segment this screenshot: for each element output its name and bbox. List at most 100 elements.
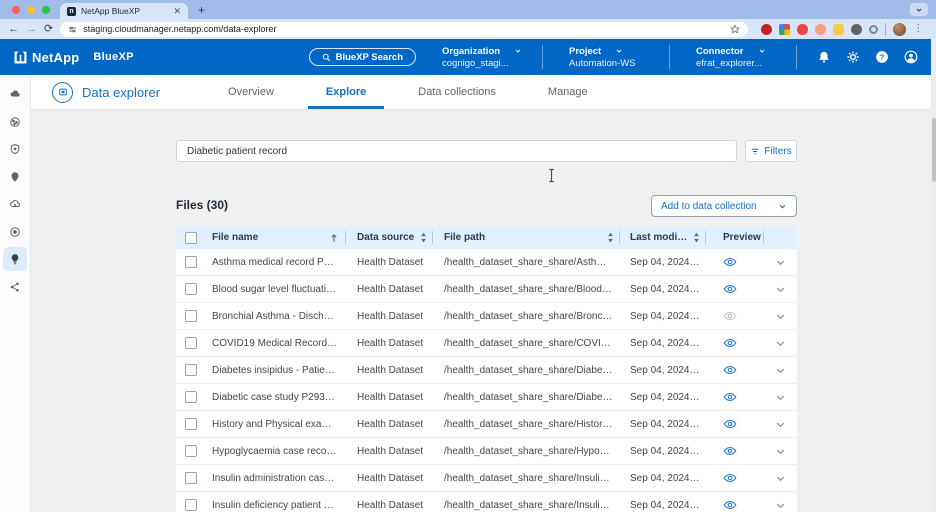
row-checkbox[interactable] — [176, 465, 206, 491]
expand-chevron-icon[interactable] — [775, 446, 786, 457]
add-to-data-collection-button[interactable]: Add to data collection — [651, 195, 797, 217]
row-checkbox[interactable] — [176, 303, 206, 329]
row-checkbox[interactable] — [176, 330, 206, 356]
file-name-cell: Hypoglycaemia case record patient-... — [212, 446, 338, 457]
expand-chevron-icon[interactable] — [775, 365, 786, 376]
scrollbar-thumb[interactable] — [932, 118, 936, 182]
file-name-cell: Insulin deficiency patient visit P1113.t… — [212, 500, 338, 511]
site-settings-icon — [68, 25, 77, 34]
explore-content: Filters Files (30) Add to data collectio… — [31, 110, 936, 512]
row-checkbox[interactable] — [176, 384, 206, 410]
expand-chevron-icon[interactable] — [775, 419, 786, 430]
service-header: Data explorer Overview Explore Data coll… — [31, 75, 936, 110]
filter-icon — [750, 147, 760, 156]
sort-icon[interactable] — [693, 232, 700, 243]
maximize-window-button[interactable] — [42, 6, 50, 14]
user-icon[interactable] — [904, 50, 918, 64]
preview-eye-icon[interactable] — [723, 338, 737, 348]
extension-icon-5[interactable] — [833, 24, 844, 35]
sidebar-item-mobility[interactable] — [3, 192, 27, 216]
table-row: Hypoglycaemia case record patient-... He… — [176, 438, 797, 465]
organization-label: Organization — [442, 46, 500, 57]
tab-data-collections[interactable]: Data collections — [392, 75, 522, 109]
tab-explore[interactable]: Explore — [300, 75, 392, 109]
expand-chevron-icon[interactable] — [775, 392, 786, 403]
bell-icon[interactable] — [817, 50, 831, 64]
column-header-data-source[interactable]: Data source — [346, 226, 433, 249]
file-name-cell: History and Physical examination... — [212, 419, 338, 430]
row-checkbox[interactable] — [176, 438, 206, 464]
bluexp-search-button[interactable]: BlueXP Search — [309, 48, 416, 66]
expand-chevron-icon[interactable] — [775, 257, 786, 268]
preview-eye-icon[interactable] — [723, 473, 737, 483]
shield-icon — [9, 143, 21, 155]
preview-eye-icon[interactable] — [723, 500, 737, 510]
forward-icon[interactable]: → — [26, 24, 37, 35]
preview-eye-icon[interactable] — [723, 446, 737, 456]
file-search-input[interactable] — [176, 140, 737, 162]
column-header-file-name[interactable]: File name — [206, 226, 346, 249]
sidebar-item-governance[interactable] — [3, 165, 27, 189]
preview-eye-icon[interactable] — [723, 392, 737, 402]
sort-icon[interactable] — [420, 232, 427, 243]
row-checkbox[interactable] — [176, 249, 206, 275]
table-row: History and Physical examination... Heal… — [176, 411, 797, 438]
row-checkbox[interactable] — [176, 357, 206, 383]
new-tab-button[interactable]: + — [198, 3, 205, 19]
tab-manage[interactable]: Manage — [522, 75, 614, 109]
extension-icon-7[interactable] — [869, 25, 878, 34]
row-checkbox[interactable] — [176, 492, 206, 512]
extension-icon-4[interactable] — [815, 24, 826, 35]
expand-chevron-icon[interactable] — [775, 284, 786, 295]
column-header-last-modified[interactable]: Last modified — [620, 226, 706, 249]
sidebar-item-extensions[interactable] — [3, 220, 27, 244]
sidebar-item-protection[interactable] — [3, 137, 27, 161]
extension-icon-2[interactable] — [779, 24, 790, 35]
reload-icon[interactable]: ⟳ — [44, 24, 53, 35]
organization-menu[interactable]: Organization cognigo_stagi... — [442, 46, 526, 69]
sort-icon[interactable] — [607, 232, 614, 243]
sidebar-item-insights[interactable] — [3, 247, 27, 271]
expand-chevron-icon[interactable] — [775, 500, 786, 511]
back-icon[interactable]: ← — [8, 24, 19, 35]
sidebar-item-health[interactable] — [3, 110, 27, 134]
address-bar[interactable]: staging.cloudmanager.netapp.com/data-exp… — [60, 22, 748, 37]
preview-eye-icon[interactable] — [723, 284, 737, 294]
connector-menu[interactable]: Connector efrat_explorer... — [696, 46, 780, 69]
expand-chevron-icon[interactable] — [775, 473, 786, 484]
minimize-window-button[interactable] — [27, 6, 35, 14]
preview-eye-icon[interactable] — [723, 365, 737, 375]
browser-menu-icon[interactable]: ⋮ — [913, 24, 923, 34]
extension-icon-6[interactable] — [851, 24, 862, 35]
gear-icon[interactable] — [846, 50, 860, 64]
appbar-divider — [796, 45, 797, 69]
bookmark-star-icon[interactable] — [730, 24, 740, 34]
file-path-cell: /health_dataset_share_share/Insulin admi… — [444, 473, 614, 484]
browser-tab[interactable]: n NetApp BlueXP ✕ — [60, 3, 188, 19]
filters-button[interactable]: Filters — [745, 140, 797, 162]
browser-profile-avatar[interactable] — [893, 23, 906, 36]
project-menu[interactable]: Project Automation-WS — [569, 46, 653, 69]
chevron-down-icon — [615, 47, 623, 55]
row-checkbox[interactable] — [176, 411, 206, 437]
select-all-checkbox[interactable] — [176, 226, 206, 249]
tab-search-chevron-icon[interactable] — [910, 3, 928, 16]
file-path-cell: /health_dataset_share_share/Bronchial As… — [444, 311, 614, 322]
appbar: NetApp BlueXP BlueXP Search Organization… — [0, 39, 936, 75]
sort-ascending-icon[interactable] — [330, 233, 338, 243]
sidebar-item-storage[interactable] — [3, 82, 27, 106]
column-header-file-path[interactable]: File path — [433, 226, 620, 249]
extension-icon-3[interactable] — [797, 24, 808, 35]
row-checkbox[interactable] — [176, 276, 206, 302]
preview-eye-icon[interactable] — [723, 257, 737, 267]
help-icon[interactable]: ? — [875, 50, 889, 64]
extension-icon-1[interactable] — [761, 24, 772, 35]
expand-chevron-icon[interactable] — [775, 338, 786, 349]
close-window-button[interactable] — [12, 6, 20, 14]
preview-eye-icon[interactable] — [723, 419, 737, 429]
tab-close-icon[interactable]: ✕ — [173, 7, 181, 16]
preview-eye-icon[interactable] — [723, 311, 737, 321]
tab-overview[interactable]: Overview — [202, 75, 300, 109]
expand-chevron-icon[interactable] — [775, 311, 786, 322]
sidebar-item-share[interactable] — [3, 275, 27, 299]
